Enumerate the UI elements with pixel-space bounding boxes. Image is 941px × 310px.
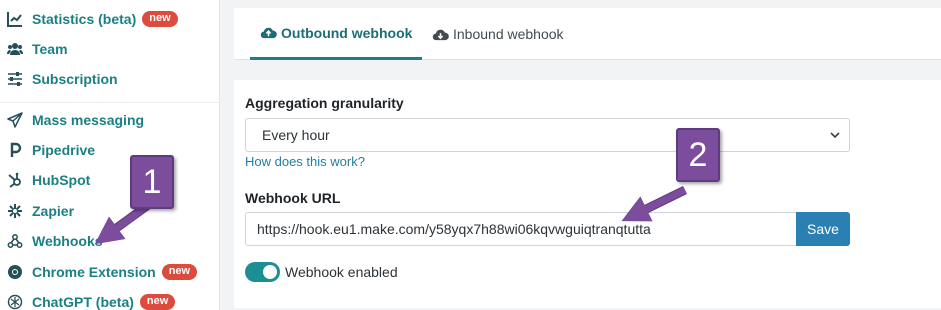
webhook-tabs: Outbound webhook Inbound webhook — [234, 8, 941, 60]
sidebar-item-statistics[interactable]: Statistics (beta) new — [6, 7, 178, 31]
zapier-icon — [6, 202, 24, 220]
annotation-callout-2: 2 — [676, 128, 720, 182]
sidebar-item-label: ChatGPT (beta) — [32, 294, 134, 310]
sidebar-item-label: Webhooks — [32, 233, 103, 249]
sidebar-item-label: HubSpot — [32, 172, 91, 188]
pipedrive-icon — [6, 141, 24, 159]
select-value: Every hour — [262, 127, 330, 143]
sidebar-item-pipedrive[interactable]: Pipedrive — [6, 138, 95, 162]
sidebar-item-label: Zapier — [32, 203, 75, 219]
cloud-download-icon — [432, 29, 449, 40]
sidebar-item-label: Chrome Extension — [32, 264, 156, 280]
sidebar-item-label: Statistics (beta) — [32, 11, 137, 27]
cloud-upload-icon — [260, 27, 277, 39]
tab-outbound-webhook[interactable]: Outbound webhook — [250, 8, 423, 60]
annotation-callout-1: 1 — [130, 155, 174, 209]
webhook-url-label: Webhook URL — [245, 190, 341, 206]
chevron-down-icon — [830, 132, 840, 139]
sidebar-item-hubspot[interactable]: HubSpot — [6, 168, 90, 192]
webhooks-icon — [6, 232, 24, 250]
chrome-icon — [6, 263, 24, 281]
new-badge: new — [142, 11, 178, 27]
new-badge: new — [139, 294, 176, 310]
new-badge: new — [161, 264, 198, 280]
tab-label: Inbound webhook — [453, 26, 564, 42]
sliders-icon — [6, 70, 24, 88]
chart-line-icon — [6, 10, 24, 28]
webhook-enabled-label: Webhook enabled — [285, 264, 398, 280]
tab-label: Outbound webhook — [281, 24, 413, 41]
sidebar-divider — [0, 102, 219, 103]
sidebar: Statistics (beta) new Team Subscription … — [0, 0, 220, 310]
users-icon — [6, 40, 24, 58]
aggregation-granularity-select[interactable]: Every hour — [245, 118, 850, 152]
sidebar-item-mass-messaging[interactable]: Mass messaging — [6, 108, 144, 132]
webhook-settings-form: Aggregation granularity Every hour How d… — [234, 80, 941, 308]
sidebar-item-team[interactable]: Team — [6, 37, 68, 61]
toggle-knob — [263, 265, 277, 279]
sidebar-item-subscription[interactable]: Subscription — [6, 67, 118, 91]
hubspot-icon — [6, 171, 24, 189]
sidebar-item-label: Subscription — [32, 71, 118, 87]
sidebar-item-label: Mass messaging — [32, 112, 145, 128]
tab-inbound-webhook[interactable]: Inbound webhook — [432, 8, 564, 60]
openai-icon — [6, 293, 24, 310]
how-does-this-work-link[interactable]: How does this work? — [245, 154, 365, 169]
sidebar-item-label: Team — [32, 41, 68, 57]
sidebar-item-label: Pipedrive — [32, 142, 96, 158]
webhook-enabled-toggle[interactable] — [245, 262, 280, 282]
sidebar-item-chatgpt[interactable]: ChatGPT (beta) new — [6, 290, 176, 310]
aggregation-granularity-label: Aggregation granularity — [245, 95, 404, 111]
webhook-url-input[interactable] — [245, 212, 797, 246]
sidebar-item-chrome-extension[interactable]: Chrome Extension new — [6, 260, 198, 284]
paper-plane-icon — [6, 111, 24, 129]
sidebar-item-zapier[interactable]: Zapier — [6, 199, 74, 223]
sidebar-item-webhooks[interactable]: Webhooks — [6, 229, 103, 253]
save-button[interactable]: Save — [796, 212, 850, 246]
